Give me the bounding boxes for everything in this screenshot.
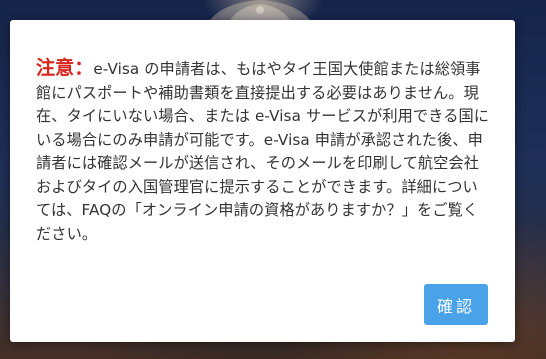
confirm-button[interactable]: 確認 [424, 284, 488, 325]
notice-label: 注意： [36, 57, 94, 79]
notice-dialog: 注意：e-Visa の申請者は、もはやタイ王国大使館または総領事館にパスポートや… [10, 20, 515, 342]
emblem-ornament-icon [210, 0, 310, 20]
notice-text: e-Visa の申請者は、もはやタイ王国大使館または総領事館にパスポートや補助書… [36, 60, 490, 243]
notice-message: 注意：e-Visa の申請者は、もはやタイ王国大使館または総領事館にパスポートや… [36, 57, 491, 246]
